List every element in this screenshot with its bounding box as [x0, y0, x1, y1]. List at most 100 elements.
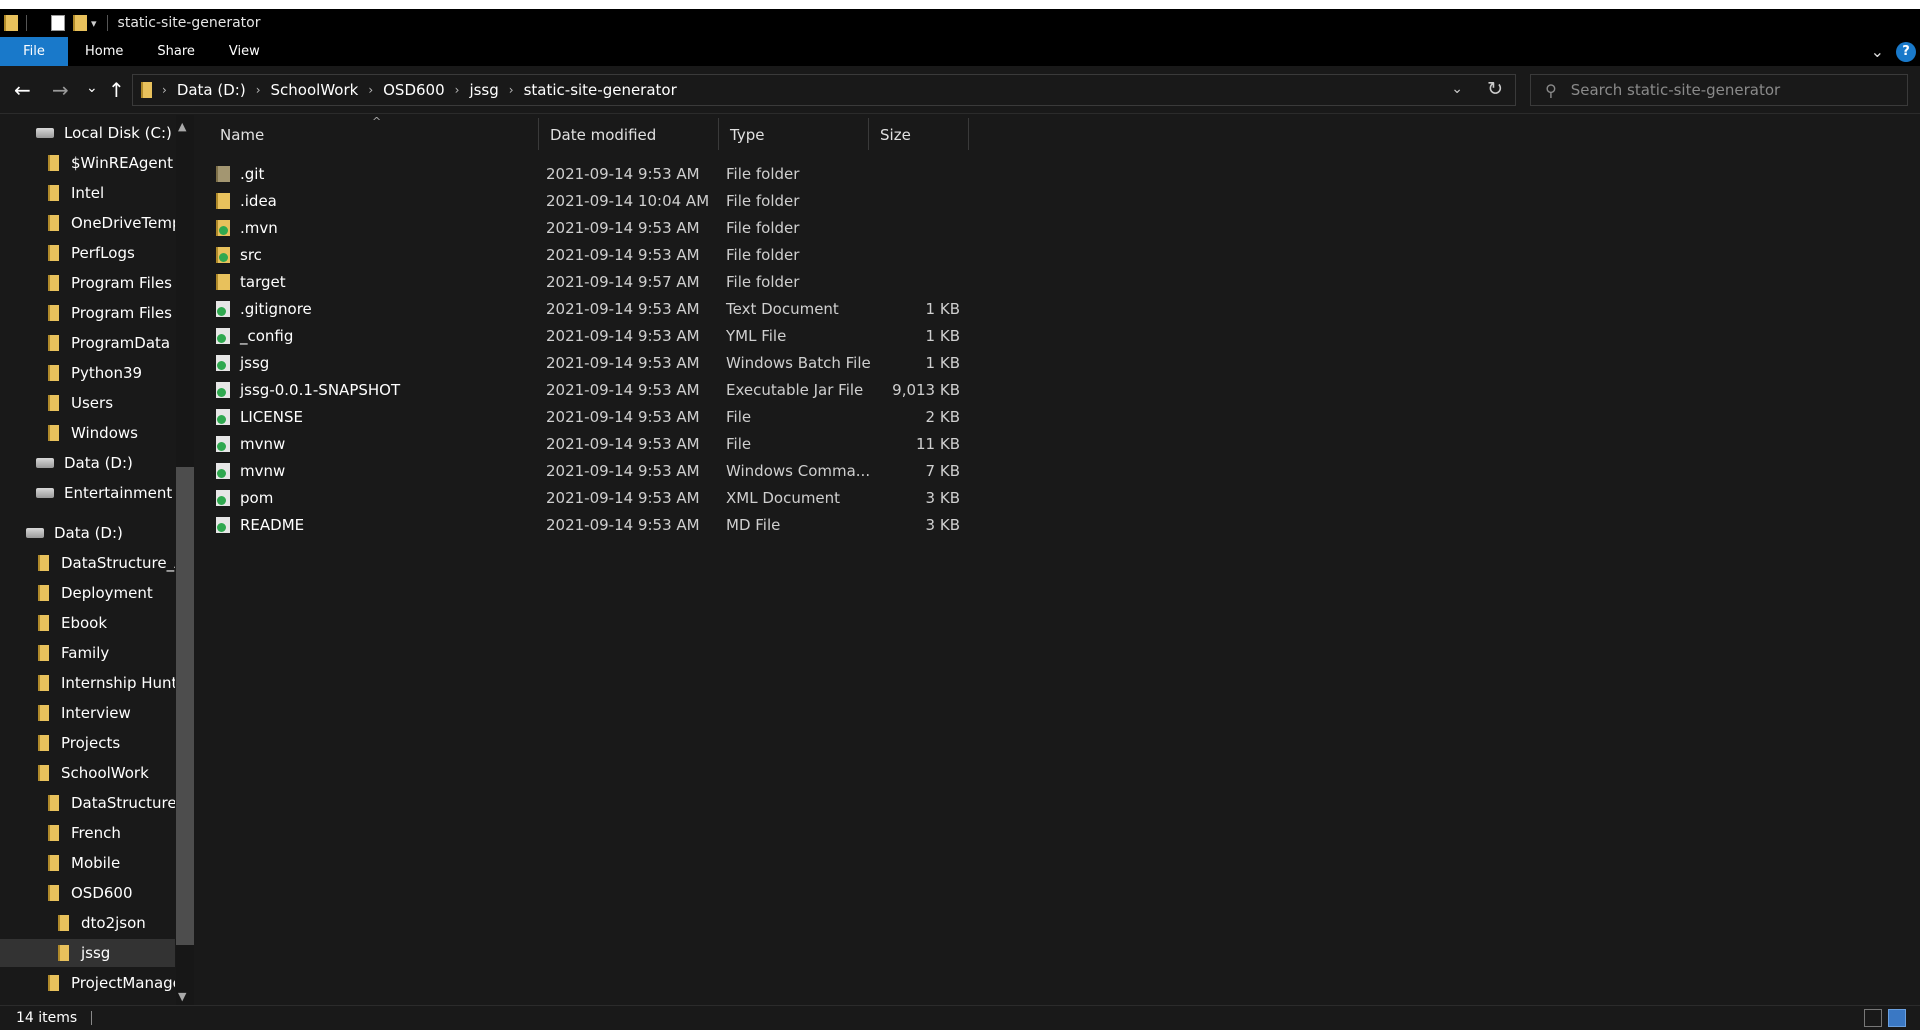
file-row[interactable]: _config 2021-09-14 9:53 AM YML File 1 KB [216, 322, 1166, 349]
column-divider[interactable] [868, 118, 869, 150]
nav-item-label: dto2json [81, 914, 146, 932]
breadcrumb-separator[interactable]: › [368, 83, 373, 97]
file-row[interactable]: src 2021-09-14 9:53 AM File folder [216, 241, 1166, 268]
help-icon[interactable]: ? [1896, 41, 1916, 62]
folder-icon [48, 305, 59, 321]
file-size [856, 268, 960, 295]
nav-item[interactable]: Family [0, 639, 175, 667]
nav-item[interactable]: Python39 [0, 359, 175, 387]
nav-item-label: DataStructure_Al [61, 554, 175, 572]
scroll-down-arrow-icon[interactable]: ▼ [178, 990, 186, 1003]
file-row[interactable]: target 2021-09-14 9:57 AM File folder [216, 268, 1166, 295]
nav-item[interactable]: Mobile [0, 849, 175, 877]
breadcrumb-data-d[interactable]: Data (D:) [177, 81, 246, 99]
folder-app-icon[interactable] [4, 15, 18, 31]
nav-item[interactable]: DataStructure_Al [0, 549, 175, 577]
nav-item[interactable]: Users [0, 389, 175, 417]
nav-item[interactable]: Internship Huntir [0, 669, 175, 697]
file-row[interactable]: mvnw 2021-09-14 9:53 AM Windows Comma... 7 … [216, 457, 1166, 484]
nav-item[interactable]: SchoolWork [0, 759, 175, 787]
nav-item[interactable]: DataStructureA [0, 789, 175, 817]
breadcrumb-osd600[interactable]: OSD600 [383, 81, 445, 99]
status-separator [91, 1011, 93, 1025]
details-view-icon[interactable] [1864, 1009, 1882, 1027]
address-history-chevron-icon[interactable]: ⌄ [1451, 81, 1463, 97]
nav-item-label: ProgramData [71, 334, 171, 352]
file-row[interactable]: pom 2021-09-14 9:53 AM XML Document 3 KB [216, 484, 1166, 511]
nav-item[interactable]: ProgramData [0, 329, 175, 357]
nav-item[interactable]: ProjectManage [0, 969, 175, 997]
file-row[interactable]: .git 2021-09-14 9:53 AM File folder [216, 160, 1166, 187]
folder-icon [216, 219, 230, 236]
nav-item[interactable]: Ebook [0, 609, 175, 637]
nav-item[interactable]: Local Disk (C:) [0, 119, 175, 147]
tab-home[interactable]: Home [68, 37, 140, 66]
column-header-name[interactable]: Name [212, 115, 512, 155]
file-type: File folder [726, 164, 800, 183]
breadcrumb-static-site-generator[interactable]: static-site-generator [524, 81, 677, 99]
column-header-size[interactable]: Size [872, 115, 962, 155]
file-row[interactable]: jssg-0.0.1-SNAPSHOT 2021-09-14 9:53 AM Exe… [216, 376, 1166, 403]
file-size: 9,013 KB [892, 380, 960, 399]
nav-item[interactable]: OneDriveTemp [0, 209, 175, 237]
refresh-icon[interactable]: ↻ [1487, 78, 1503, 100]
nav-item[interactable]: Windows [0, 419, 175, 447]
breadcrumb-separator[interactable]: › [455, 83, 460, 97]
nav-item[interactable]: Data (D:) [0, 449, 175, 477]
address-bar[interactable]: › Data (D:) › SchoolWork › OSD600 › jssg… [132, 74, 1516, 106]
nav-item[interactable]: PerfLogs [0, 239, 175, 267]
expand-ribbon-chevron-icon[interactable]: ⌄ [1871, 42, 1884, 61]
nav-item[interactable]: OSD600 [0, 879, 175, 907]
file-name-cell: pom [216, 484, 516, 511]
large-icons-view-icon[interactable] [1888, 1009, 1906, 1027]
breadcrumb-separator[interactable]: › [162, 83, 167, 97]
breadcrumb-schoolwork[interactable]: SchoolWork [271, 81, 359, 99]
file-row[interactable]: .idea 2021-09-14 10:04 AM File folder [216, 187, 1166, 214]
recent-locations-button[interactable]: ⌄ [86, 76, 98, 100]
file-date-modified: 2021-09-14 9:53 AM [546, 164, 700, 183]
tab-file[interactable]: File [0, 37, 68, 66]
new-folder-icon[interactable] [73, 15, 87, 31]
file-row[interactable]: LICENSE 2021-09-14 9:53 AM File 2 KB [216, 403, 1166, 430]
file-row[interactable]: jssg 2021-09-14 9:53 AM Windows Batch File… [216, 349, 1166, 376]
properties-checkbox-icon[interactable] [51, 15, 65, 31]
column-divider[interactable] [538, 118, 539, 150]
file-date-modified: 2021-09-14 9:53 AM [546, 299, 700, 318]
nav-item[interactable]: dto2json [0, 909, 175, 937]
nav-item[interactable]: jssg [0, 939, 175, 967]
search-box[interactable]: ⚲ Search static-site-generator [1530, 74, 1908, 106]
scroll-up-arrow-icon[interactable]: ▲ [178, 120, 186, 133]
back-button[interactable]: ← [14, 78, 31, 102]
nav-scrollbar-thumb[interactable] [176, 467, 194, 945]
folder-icon [216, 273, 230, 290]
nav-item[interactable]: Program Files [0, 269, 175, 297]
tab-view[interactable]: View [212, 37, 277, 66]
breadcrumb-separator[interactable]: › [256, 83, 261, 97]
folder-icon [48, 215, 59, 231]
nav-item[interactable]: Intel [0, 179, 175, 207]
column-header-type[interactable]: Type [722, 115, 862, 155]
nav-item[interactable]: Data (D:) [0, 519, 175, 547]
nav-item[interactable]: Entertainment (E [0, 479, 175, 507]
breadcrumb-jssg[interactable]: jssg [469, 81, 498, 99]
column-header-date-modified[interactable]: Date modified [542, 115, 712, 155]
tab-share[interactable]: Share [140, 37, 212, 66]
breadcrumb-separator[interactable]: › [509, 83, 514, 97]
up-button[interactable]: ↑ [108, 78, 125, 102]
customize-toolbar-dropdown-icon[interactable]: ▾ [91, 17, 97, 30]
forward-button[interactable]: → [52, 78, 69, 102]
folder-icon [48, 275, 59, 291]
file-icon [216, 327, 230, 344]
nav-item[interactable]: French [0, 819, 175, 847]
nav-item[interactable]: Projects [0, 729, 175, 757]
column-divider[interactable] [718, 118, 719, 150]
file-row[interactable]: .mvn 2021-09-14 9:53 AM File folder [216, 214, 1166, 241]
nav-item[interactable]: $WinREAgent [0, 149, 175, 177]
nav-item[interactable]: Deployment [0, 579, 175, 607]
file-row[interactable]: README 2021-09-14 9:53 AM MD File 3 KB [216, 511, 1166, 538]
file-row[interactable]: mvnw 2021-09-14 9:53 AM File 11 KB [216, 430, 1166, 457]
column-divider[interactable] [968, 118, 969, 150]
file-row[interactable]: .gitignore 2021-09-14 9:53 AM Text Documen… [216, 295, 1166, 322]
nav-item[interactable]: Interview [0, 699, 175, 727]
nav-item[interactable]: Program Files ( [0, 299, 175, 327]
